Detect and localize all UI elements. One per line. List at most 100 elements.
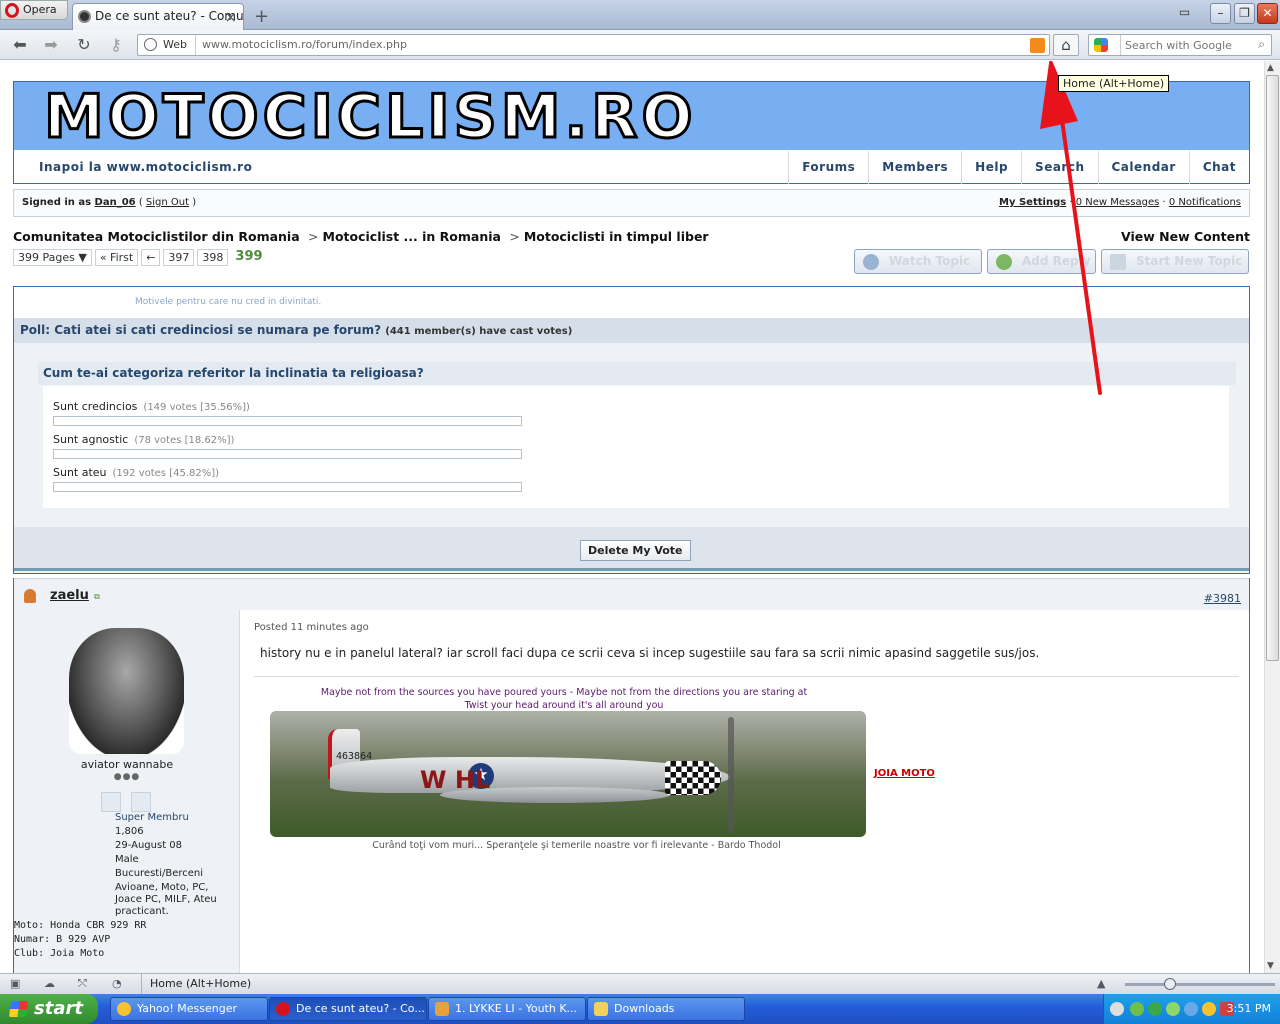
search-icon[interactable]: ⌕ — [1258, 37, 1265, 52]
page-scrollbar[interactable]: ▲ ▼ — [1264, 61, 1280, 973]
address-url[interactable]: www.motociclism.ro/forum/index.php — [202, 35, 407, 55]
signature-airplane-image: ★ 463864 W HL — [270, 711, 866, 837]
sign-out-link[interactable]: Sign Out — [146, 197, 189, 208]
nav-help[interactable]: Help — [961, 151, 1021, 184]
tab-close-icon[interactable]: × — [224, 5, 237, 30]
post-date: Posted 11 minutes ago — [254, 622, 369, 633]
add-reply-button[interactable]: Add Reply — [987, 249, 1096, 274]
address-bar[interactable]: Web www.motociclism.ro/forum/index.php — [137, 34, 1050, 56]
back-to-site-link[interactable]: Inapoi la www.motociclism.ro — [39, 160, 252, 174]
zoom-menu-icon[interactable]: ▲ — [1097, 978, 1111, 990]
tray-app-icon[interactable] — [1166, 1002, 1180, 1016]
custom-field: Moto: Honda CBR 929 RR — [14, 920, 147, 931]
restore-button[interactable]: ❐ — [1234, 3, 1255, 24]
poll-footer: Delete My Vote — [14, 527, 1249, 571]
nav-chat[interactable]: Chat — [1188, 151, 1249, 184]
taskbar-item-music[interactable]: 1. LYKKE LI - Youth K... — [428, 997, 586, 1021]
rank-pips: ●●● — [113, 772, 141, 782]
scroll-down-icon[interactable]: ▼ — [1267, 961, 1274, 971]
browser-toolbar: ⬅ ➡ ↻ ⚷ Web www.motociclism.ro/forum/ind… — [0, 30, 1280, 60]
page-link[interactable]: 398 — [197, 249, 229, 266]
page-link[interactable]: 397 — [163, 249, 195, 266]
start-button[interactable]: start — [0, 994, 98, 1024]
send-message-icon[interactable] — [131, 792, 151, 812]
zoom-knob[interactable] — [1163, 978, 1176, 990]
site-favicon-icon — [78, 10, 91, 23]
scrollbar-thumb[interactable] — [1266, 75, 1279, 661]
page-jump-dropdown[interactable]: 399 Pages ▼ — [13, 249, 92, 266]
minimize-button[interactable]: – — [1210, 3, 1231, 24]
windows-logo-icon — [8, 1001, 29, 1017]
breadcrumb-item[interactable]: Motociclisti in timpul liber — [524, 229, 709, 244]
start-new-topic-button[interactable]: Start New Topic — [1101, 249, 1249, 274]
first-page-link[interactable]: « First — [94, 249, 139, 266]
post-author-link[interactable]: zaelu — [50, 588, 89, 603]
folder-icon — [594, 1002, 608, 1016]
taskbar-item-opera[interactable]: De ce sunt ateu? - Co... — [269, 997, 427, 1021]
poll-choice: Sunt agnostic (78 votes [18.62%]) — [53, 433, 235, 446]
breadcrumb-item[interactable]: Comunitatea Motociclistilor din Romania — [13, 229, 300, 244]
taskbar-item-downloads[interactable]: Downloads — [587, 997, 745, 1021]
search-engine-selector[interactable] — [1089, 35, 1121, 55]
forward-arrow-icon[interactable]: ➡ — [40, 35, 62, 55]
home-button[interactable]: ⌂ — [1053, 34, 1079, 56]
post-number-link[interactable]: #3981 — [1204, 592, 1241, 605]
site-logo[interactable]: MOTOCICLISM.RO — [43, 85, 697, 150]
notifications-link[interactable]: 0 Notifications — [1169, 197, 1241, 208]
poll-choice: Sunt credincios (149 votes [35.56%]) — [53, 400, 250, 413]
search-input[interactable] — [1125, 36, 1245, 54]
cloud-icon[interactable]: ☁ — [44, 978, 58, 990]
delete-vote-button[interactable]: Delete My Vote — [580, 540, 691, 561]
share-icon[interactable]: ⤲ — [78, 978, 92, 990]
post-header: zaelu ⧉ #3981 — [14, 578, 1249, 610]
watch-topic-button[interactable]: Watch Topic — [854, 249, 982, 274]
tray-display-icon[interactable] — [1184, 1002, 1198, 1016]
browser-status-bar: ▣ ☁ ⤲ ◔ Home (Alt+Home) ▲ — [0, 973, 1280, 994]
tray-network-icon[interactable] — [1130, 1002, 1144, 1016]
panel-toggle-icon[interactable]: ▣ — [10, 978, 24, 990]
window-close-button[interactable]: ✕ — [1257, 3, 1278, 24]
post-text: history nu e in panelul lateral? iar scr… — [260, 646, 1040, 660]
nav-search[interactable]: Search — [1021, 151, 1097, 184]
breadcrumb-item[interactable]: Motociclist ... in Romania — [323, 229, 501, 244]
tray-expand-icon[interactable] — [1110, 1002, 1124, 1016]
new-tab-icon[interactable]: + — [254, 6, 269, 27]
nav-members[interactable]: Members — [868, 151, 961, 184]
home-tooltip: Home (Alt+Home) — [1058, 75, 1170, 92]
tab-active-page[interactable]: De ce sunt ateu? - Comu... × — [72, 3, 244, 30]
author-panel: aviator wannabe ●●● Group:Super Membru P… — [14, 610, 240, 973]
globe-icon — [144, 38, 157, 51]
zoom-slider[interactable] — [1125, 978, 1275, 990]
prev-page-link[interactable]: ← — [141, 249, 161, 266]
tray-utorrent-icon[interactable] — [1148, 1002, 1162, 1016]
scroll-up-icon[interactable]: ▲ — [1267, 63, 1274, 73]
taskbar-item-yahoo[interactable]: Yahoo! Messenger — [110, 997, 268, 1021]
forum-post: zaelu ⧉ #3981 aviator wannabe ●●● Group:… — [13, 578, 1250, 973]
new-messages-link[interactable]: 0 New Messages — [1076, 197, 1160, 208]
user-title: aviator wannabe — [80, 758, 174, 771]
windows-taskbar: start Yahoo! Messenger De ce sunt ateu? … — [0, 994, 1280, 1024]
address-prefix[interactable]: Web — [138, 35, 196, 55]
reload-icon[interactable]: ↻ — [73, 35, 95, 55]
custom-field: Club: Joia Moto — [14, 948, 105, 959]
site-banner: MOTOCICLISM.RO — [14, 82, 1249, 150]
nav-calendar[interactable]: Calendar — [1097, 151, 1189, 184]
username-link[interactable]: Dan_06 — [95, 197, 136, 208]
avatar[interactable] — [69, 628, 184, 754]
opera-icon — [276, 1002, 290, 1016]
key-icon[interactable]: ⚷ — [105, 35, 127, 55]
joia-moto-link[interactable]: JOIA MOTO — [874, 768, 935, 779]
view-new-content-link[interactable]: View New Content — [1121, 229, 1250, 244]
add-friend-icon[interactable] — [101, 792, 121, 812]
nav-forums[interactable]: Forums — [788, 151, 868, 184]
browser-tab-bar: Opera De ce sunt ateu? - Comu... × + ▭ –… — [0, 0, 1280, 30]
tray-yahoo-icon[interactable] — [1202, 1002, 1216, 1016]
rss-feed-icon[interactable] — [1030, 38, 1045, 53]
trash-icon[interactable]: ▭ — [1174, 3, 1195, 24]
opera-menu-button[interactable]: Opera — [0, 0, 68, 20]
reply-icon — [996, 254, 1012, 270]
my-settings-link[interactable]: My Settings — [999, 197, 1066, 208]
back-arrow-icon[interactable]: ⬅ — [9, 35, 31, 55]
search-box[interactable]: ⌕ — [1088, 34, 1272, 56]
speed-dial-icon[interactable]: ◔ — [112, 978, 126, 990]
